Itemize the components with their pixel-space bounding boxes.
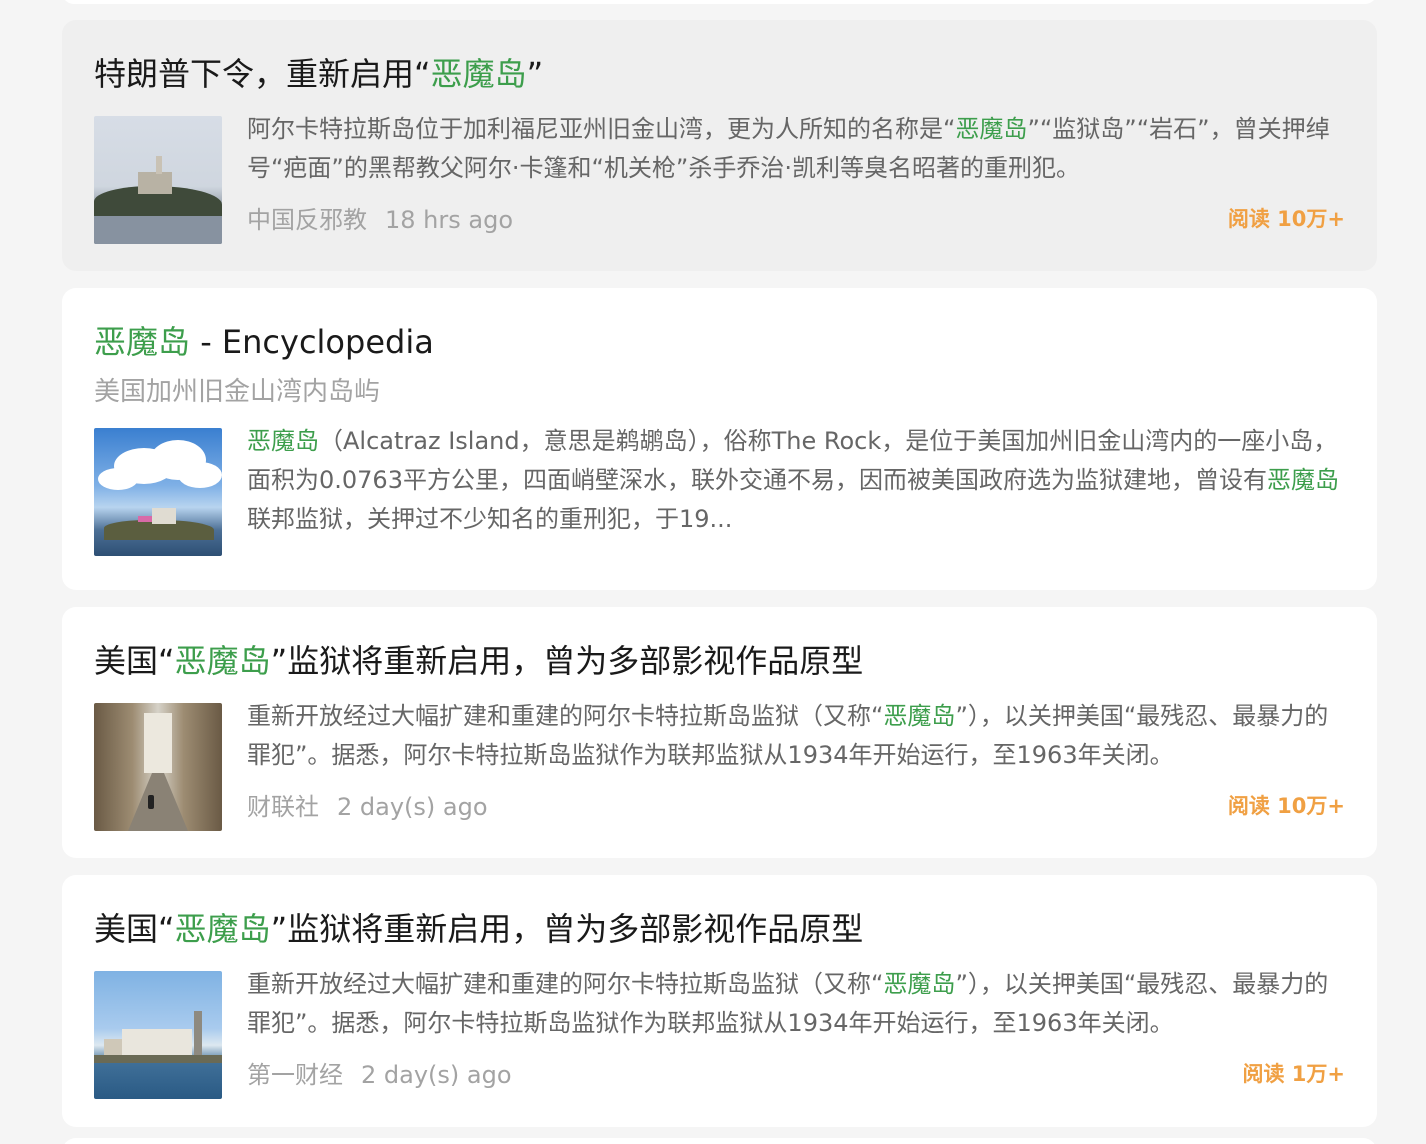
read-count-badge: 阅读 1万+ [1242,1061,1345,1086]
result-source[interactable]: 财联社 [247,793,319,821]
result-snippet: 重新开放经过大幅扩建和重建的阿尔卡特拉斯岛监狱（又称“恶魔岛”），以关押美国“最… [247,697,1345,775]
title-text: ”监狱将重新启用，曾为多部影视作品原型 [270,910,864,948]
result-title[interactable]: 美国“恶魔岛”监狱将重新启用，曾为多部影视作品原型 [94,639,1345,683]
title-highlight: 恶魔岛 [430,55,527,93]
previous-result-card[interactable] [62,0,1377,4]
result-meta: 财联社 2 day(s) ago 阅读 10万+ [247,787,1345,822]
snippet-text: （Alcatraz Island，意思是鹈鹕岛），俗称The Rock，是位于美… [247,427,1338,494]
result-card[interactable]: 美国“恶魔岛”监狱将重新启用，曾为多部影视作品原型 重新开放经过大幅扩建和重建的… [62,607,1377,858]
result-title[interactable]: 特朗普下令，重新启用“恶魔岛” [94,52,1345,96]
read-count-badge: 阅读 10万+ [1227,206,1345,231]
result-snippet: 恶魔岛（Alcatraz Island，意思是鹈鹕岛），俗称The Rock，是… [247,422,1345,539]
snippet-highlight: 恶魔岛 [247,427,319,455]
result-title[interactable]: 美国“恶魔岛”监狱将重新启用，曾为多部影视作品原型 [94,907,1345,951]
result-meta: 第一财经 2 day(s) ago 阅读 1万+ [247,1055,1345,1090]
title-text: ” [526,55,544,93]
result-card[interactable]: 美国“恶魔岛”监狱将重新启用，曾为多部影视作品原型 重新开放经过大幅扩建和重建的… [62,875,1377,1127]
title-text: - Encyclopedia [190,323,434,361]
snippet-text: 阿尔卡特拉斯岛位于加利福尼亚州旧金山湾，更为人所知的名称是“ [247,115,956,143]
alcatraz-island-photo-icon[interactable] [94,116,222,244]
snippet-highlight: 恶魔岛 [883,702,956,730]
alcatraz-island-sky-photo-icon[interactable] [94,428,222,556]
result-time: 2 day(s) ago [337,793,488,821]
title-text: 美国“ [94,642,175,680]
result-source[interactable]: 中国反邪教 [247,206,367,234]
result-card[interactable]: 恶魔岛 - Encyclopedia 美国加州旧金山湾内岛屿 恶魔岛（Alcat… [62,288,1377,590]
title-highlight: 恶魔岛 [94,323,191,361]
prison-cellblock-photo-icon[interactable] [94,703,222,831]
read-count-badge: 阅读 10万+ [1227,793,1345,818]
snippet-text: 联邦监狱，关押过不少知名的重刑犯，于19... [247,505,733,533]
result-snippet: 重新开放经过大幅扩建和重建的阿尔卡特拉斯岛监狱（又称“恶魔岛”），以关押美国“最… [247,965,1345,1043]
result-source[interactable]: 第一财经 [247,1061,343,1089]
result-snippet: 阿尔卡特拉斯岛位于加利福尼亚州旧金山湾，更为人所知的名称是“恶魔岛”“监狱岛”“… [247,110,1345,188]
title-text: 特朗普下令，重新启用“ [94,55,431,93]
title-highlight: 恶魔岛 [174,642,271,680]
search-results-list: 特朗普下令，重新启用“恶魔岛” 阿尔卡特拉斯岛位于加利福尼亚州旧金山湾，更为人所… [0,0,1426,1144]
title-text: 美国“ [94,910,175,948]
snippet-highlight: 恶魔岛 [883,970,956,998]
result-time: 2 day(s) ago [361,1061,512,1089]
title-highlight: 恶魔岛 [174,910,271,948]
result-time: 18 hrs ago [385,206,514,234]
snippet-text: 重新开放经过大幅扩建和重建的阿尔卡特拉斯岛监狱（又称“ [247,970,884,998]
result-title[interactable]: 恶魔岛 - Encyclopedia [94,320,1345,364]
next-result-card[interactable] [62,1138,1377,1144]
result-card[interactable]: 特朗普下令，重新启用“恶魔岛” 阿尔卡特拉斯岛位于加利福尼亚州旧金山湾，更为人所… [62,20,1377,271]
snippet-highlight: 恶魔岛 [1266,466,1339,494]
result-meta: 中国反邪教 18 hrs ago 阅读 10万+ [247,200,1345,235]
snippet-highlight: 恶魔岛 [955,115,1028,143]
title-text: ”监狱将重新启用，曾为多部影视作品原型 [270,642,864,680]
result-subtitle: 美国加州旧金山湾内岛屿 [94,377,381,407]
snippet-text: 重新开放经过大幅扩建和重建的阿尔卡特拉斯岛监狱（又称“ [247,702,884,730]
alcatraz-waterfront-photo-icon[interactable] [94,971,222,1099]
